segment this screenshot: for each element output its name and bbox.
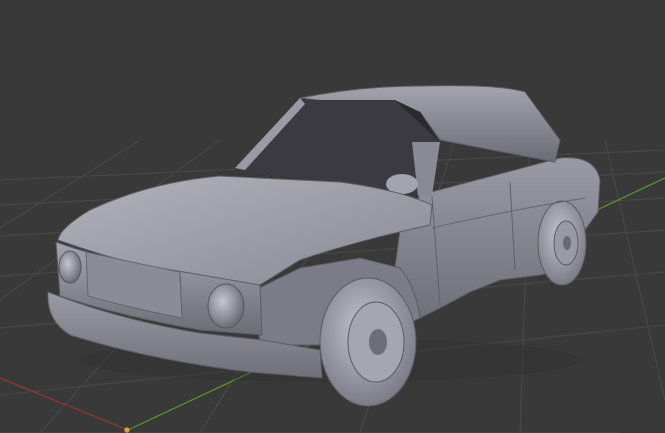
car-model-icon[interactable] — [47, 85, 601, 407]
x-axis-line — [0, 377, 129, 431]
viewport-canvas[interactable] — [0, 0, 665, 433]
left-headlight — [58, 250, 82, 284]
right-headlight — [207, 283, 245, 329]
front-wheel[interactable] — [319, 277, 417, 407]
origin-point[interactable] — [124, 427, 130, 433]
rear-wheel[interactable] — [537, 200, 587, 286]
3d-viewport[interactable] — [0, 0, 665, 433]
